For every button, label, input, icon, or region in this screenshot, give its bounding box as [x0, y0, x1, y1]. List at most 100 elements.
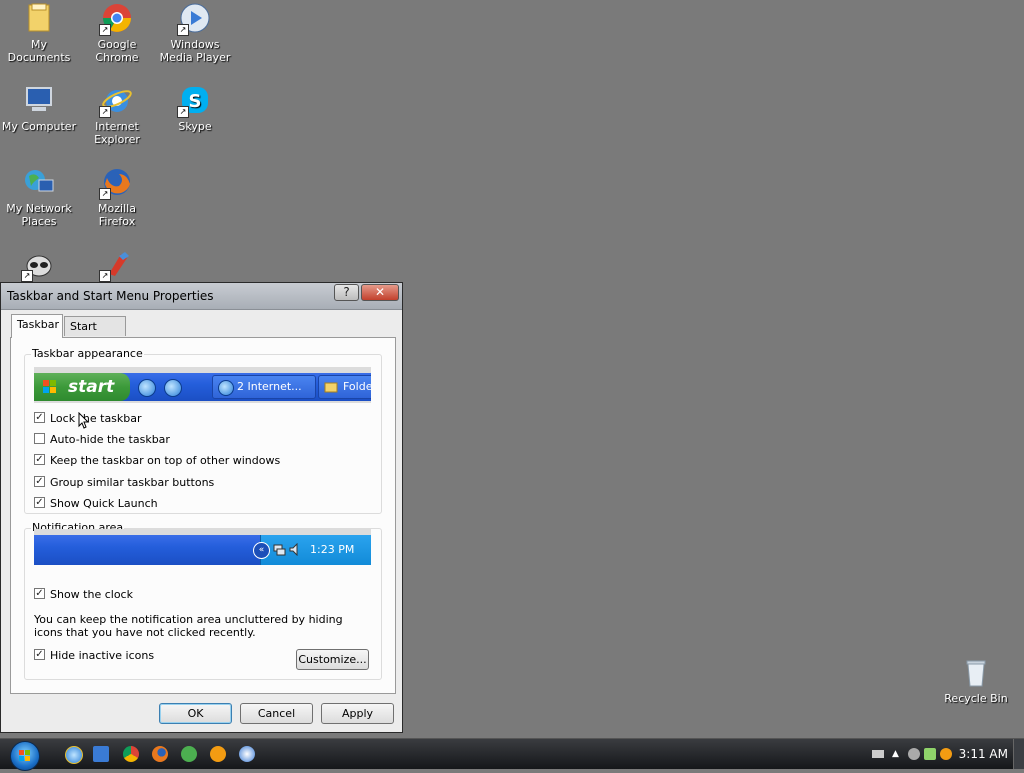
- show-clock-checkbox[interactable]: ✓: [34, 588, 45, 599]
- desktop-icon-my-documents[interactable]: My Documents: [1, 2, 77, 64]
- help-button[interactable]: ?: [334, 284, 359, 301]
- customize-button[interactable]: Customize...: [296, 649, 369, 670]
- xp-task-button-folder: Folde: [318, 375, 371, 399]
- mouse-cursor-icon: [78, 412, 90, 429]
- desktop-icon-label: Mozilla: [98, 202, 136, 215]
- shortcut-arrow-icon: ↗: [99, 24, 111, 36]
- desktop-icon-internet-explorer[interactable]: ↗ Internet Explorer: [79, 84, 155, 146]
- desktop-icon-label: My Network: [6, 202, 72, 215]
- close-button[interactable]: ✕: [361, 284, 399, 301]
- taskbar-clock[interactable]: 3:11 AM: [959, 747, 1008, 761]
- ok-button[interactable]: OK: [159, 703, 232, 724]
- cancel-button[interactable]: Cancel: [240, 703, 313, 724]
- keep-on-top-checkbox[interactable]: ✓: [34, 454, 45, 465]
- apply-button[interactable]: Apply: [321, 703, 394, 724]
- desktop-icon-label: Places: [21, 215, 57, 228]
- firefox-icon: ↗: [99, 166, 133, 200]
- dialog-titlebar[interactable]: Taskbar and Start Menu Properties ? ✕: [1, 283, 402, 310]
- folder-icon: [23, 2, 55, 34]
- desktop-icon-raccoon-app[interactable]: ↗: [1, 248, 77, 284]
- tray-preview-time: 1:23 PM: [310, 543, 355, 556]
- network-icon: [23, 166, 55, 198]
- shortcut-arrow-icon: ↗: [177, 106, 189, 118]
- desktop-icon-my-network-places[interactable]: My Network Places: [1, 166, 77, 228]
- chrome-taskbar-icon[interactable]: [123, 746, 139, 762]
- tray-app-icon[interactable]: [940, 748, 952, 760]
- ccleaner-icon: ↗: [99, 248, 133, 282]
- auto-hide-checkbox[interactable]: [34, 433, 45, 444]
- ie-quicklaunch-icon: [138, 379, 156, 397]
- taskbar-tab-panel: Taskbar appearance start 2 Internet... F…: [10, 337, 396, 694]
- network-tray-icon: [273, 544, 286, 556]
- svg-text:S: S: [189, 91, 202, 112]
- task-label: Folde: [343, 380, 371, 393]
- taskbar-properties-dialog: Taskbar and Start Menu Properties ? ✕ Ta…: [0, 282, 403, 733]
- notification-area-group: Notification area « 1:23 PM ✓ Show the c…: [24, 521, 382, 680]
- recycle-bin-label: Recycle Bin: [944, 692, 1008, 705]
- desktop-icon-label: My Computer: [1, 120, 77, 133]
- desktop-icon-ccleaner[interactable]: ↗: [79, 248, 155, 284]
- shortcut-arrow-icon: ↗: [99, 106, 111, 118]
- speaker-tray-icon: [289, 543, 298, 556]
- outlook-taskbar-icon[interactable]: [93, 746, 109, 762]
- desktop-icon-recycle-bin[interactable]: Recycle Bin: [940, 656, 1012, 705]
- utorrent-taskbar-icon[interactable]: [181, 746, 197, 762]
- show-desktop-button[interactable]: [1013, 739, 1024, 769]
- windows-taskbar: ▲ 3:11 AM: [0, 738, 1024, 771]
- tab-label: Taskbar: [17, 318, 59, 331]
- desktop-icon-label: Google: [97, 38, 137, 51]
- windows-logo-icon: [19, 750, 30, 761]
- keyboard-icon[interactable]: [872, 750, 884, 758]
- desktop-icon-label: Chrome: [95, 51, 139, 64]
- skype-icon: S ↗: [177, 84, 211, 118]
- ie-taskbar-icon[interactable]: [65, 746, 83, 764]
- taskbar-preview-image: start 2 Internet... Folde: [34, 367, 371, 403]
- option-label: Group similar taskbar buttons: [50, 476, 215, 489]
- task-label: 2 Internet...: [237, 380, 302, 393]
- vlc-taskbar-icon[interactable]: [210, 746, 226, 762]
- raccoon-icon: ↗: [21, 248, 55, 282]
- chevron-left-icon: «: [253, 542, 270, 559]
- close-icon: ✕: [374, 285, 386, 299]
- tab-taskbar[interactable]: Taskbar: [11, 314, 63, 338]
- desktop-icon-my-computer[interactable]: My Computer: [1, 84, 77, 133]
- help-icon: ?: [343, 285, 350, 299]
- desktop-icon-label: Documents: [7, 51, 71, 64]
- show-quick-launch-checkbox[interactable]: ✓: [34, 497, 45, 508]
- tray-app-icon[interactable]: [924, 748, 936, 760]
- computer-icon: [23, 84, 55, 116]
- xp-taskbar-preview: start 2 Internet... Folde: [34, 373, 371, 401]
- hide-inactive-checkbox[interactable]: ✓: [34, 649, 45, 660]
- desktop-icon-label: Media Player: [159, 51, 231, 64]
- option-label: Lock the taskbar: [50, 412, 142, 425]
- windows-flag-icon: [43, 380, 56, 393]
- desktop-icon-windows-media-player[interactable]: ↗ Windows Media Player: [157, 2, 233, 64]
- desktop-icon-label: My: [30, 38, 47, 51]
- firefox-taskbar-icon[interactable]: [152, 746, 168, 762]
- desktop-icon-google-chrome[interactable]: ↗ Google Chrome: [79, 2, 155, 64]
- recycle-bin-icon: [960, 656, 992, 688]
- tab-start-menu[interactable]: Start Menu: [64, 316, 126, 352]
- show-hidden-icons-icon[interactable]: ▲: [892, 748, 902, 760]
- option-label: Auto-hide the taskbar: [50, 433, 170, 446]
- shortcut-arrow-icon: ↗: [99, 270, 111, 282]
- desktop-icon-label: Explorer: [94, 133, 140, 146]
- desktop-icon-label: Windows: [170, 38, 220, 51]
- xp-notify-bar-preview: « 1:23 PM: [34, 535, 371, 565]
- group-legend: Taskbar appearance: [31, 347, 144, 360]
- tray-app-icon[interactable]: [908, 748, 920, 760]
- shortcut-arrow-icon: ↗: [177, 24, 189, 36]
- xp-start-button-preview: start: [34, 373, 130, 401]
- desktop-icon-mozilla-firefox[interactable]: ↗ Mozilla Firefox: [79, 166, 155, 228]
- lock-taskbar-checkbox[interactable]: ✓: [34, 412, 45, 423]
- notification-preview-image: « 1:23 PM: [34, 529, 371, 565]
- shortcut-arrow-icon: ↗: [99, 188, 111, 200]
- system-tray: ▲ 3:11 AM: [864, 739, 1024, 769]
- desktop-icon-skype[interactable]: S ↗ Skype: [157, 84, 233, 133]
- media-player-taskbar-icon[interactable]: [239, 746, 255, 762]
- start-label: start: [68, 377, 115, 397]
- start-button[interactable]: [10, 741, 40, 771]
- option-label: Hide inactive icons: [50, 649, 155, 662]
- shortcut-arrow-icon: ↗: [21, 270, 33, 282]
- group-buttons-checkbox[interactable]: ✓: [34, 476, 45, 487]
